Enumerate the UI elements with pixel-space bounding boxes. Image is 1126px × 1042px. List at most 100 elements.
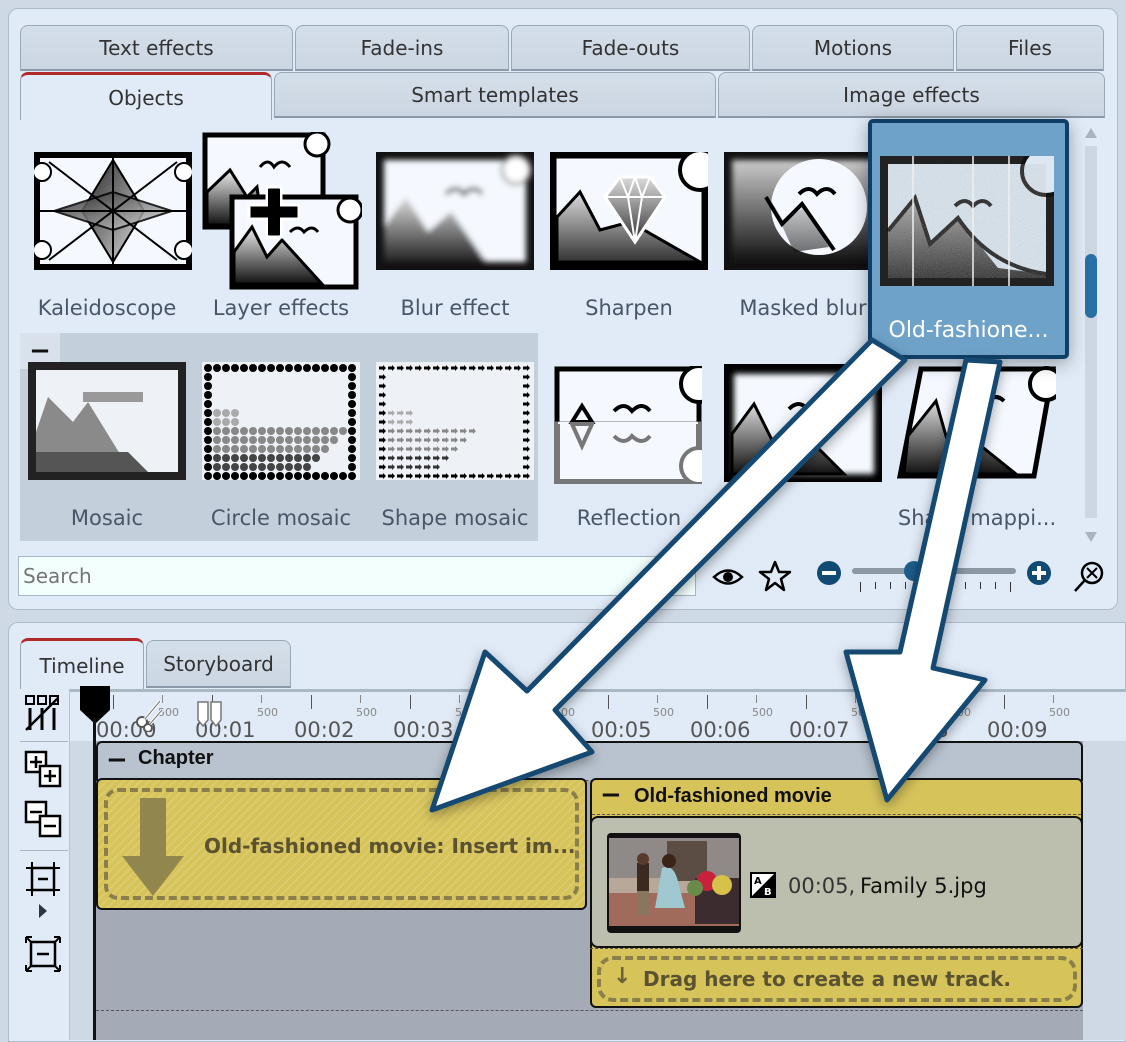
ruler-tick — [806, 695, 807, 709]
chapter-header[interactable]: − Chapter — [96, 741, 1083, 781]
mosaic-dot — [258, 427, 266, 435]
zoom-out-icon[interactable] — [816, 560, 842, 586]
ruler-minor-label: 500 — [752, 706, 773, 719]
mosaic-dot — [339, 427, 347, 435]
image-clip[interactable]: A B 00:05, Family 5.jpg — [590, 816, 1083, 948]
mosaic-dot — [312, 436, 320, 444]
shape-mosaic-icon — [376, 362, 534, 480]
effect-tile-mosaic[interactable]: Mosaic — [22, 340, 192, 540]
mosaic-dot — [204, 463, 212, 471]
zoom-fit-icon[interactable] — [1072, 560, 1106, 594]
mosaic-dot — [294, 454, 302, 462]
search-input[interactable] — [18, 556, 696, 596]
mosaic-dot — [231, 463, 239, 471]
mosaic-icon — [28, 362, 186, 480]
tab-objects[interactable]: Objects — [20, 72, 272, 120]
zoom-slider-ticks — [860, 582, 1011, 592]
mosaic-dot — [276, 454, 284, 462]
timeline-ruler[interactable]: 500 00:00 500 00:01 500 00:02 500 00:03 500 00:04… — [70, 689, 1126, 742]
collapse-all-icon[interactable] — [24, 800, 62, 838]
effect-placeholder[interactable]: Old-fashioned movie: Insert im... — [96, 778, 587, 910]
mosaic-dot — [222, 454, 230, 462]
mosaic-dot — [330, 472, 338, 480]
mosaic-dot — [285, 445, 293, 453]
tile-label: Reflection — [576, 506, 682, 530]
tile-label: Shape mappi... — [897, 506, 1057, 530]
effect-tile-shape-mapping[interactable]: Shape mappi... — [892, 340, 1062, 540]
mosaic-dot — [258, 436, 266, 444]
clip-filename: Family 5.jpg — [860, 874, 987, 898]
expand-toolbar-arrow-icon[interactable] — [39, 904, 47, 918]
mosaic-dot — [294, 364, 302, 372]
toolbar-divider — [20, 850, 68, 851]
effect-tile-old-fashioned-movie[interactable]: Old-fashione... — [868, 119, 1069, 359]
effect-tile-sharpen[interactable]: Sharpen — [544, 130, 714, 330]
effect-tile-circle-mosaic[interactable]: Circle mosaic — [196, 340, 366, 540]
mosaic-dot — [222, 364, 230, 372]
scroll-thumb[interactable] — [1085, 254, 1097, 318]
scissors-icon[interactable] — [134, 698, 164, 732]
mosaic-dot — [258, 445, 266, 453]
effect-tile-shape-mosaic[interactable]: Shape mosaic — [370, 340, 540, 540]
slider-tick — [995, 582, 996, 589]
mosaic-dot — [267, 364, 275, 372]
mosaic-dot — [294, 463, 302, 471]
effect-tile-layer-effects[interactable]: Layer effects — [196, 130, 366, 330]
chapter-collapse-toggle[interactable]: − — [106, 745, 128, 775]
mosaic-dot — [348, 409, 356, 417]
mosaic-dot — [222, 418, 230, 426]
ruler-tick — [608, 695, 609, 709]
transition-ab-icon[interactable]: A B — [750, 872, 776, 898]
tile-label: Shape mosaic — [381, 506, 529, 530]
star-icon[interactable] — [758, 560, 792, 592]
mosaic-dot — [204, 436, 212, 444]
effect-tile-blur-effect[interactable]: Blur effect — [370, 130, 540, 330]
tab-label: Files — [1008, 35, 1052, 60]
mosaic-dot — [249, 364, 257, 372]
tab-fade-outs[interactable]: Fade-outs — [511, 25, 750, 71]
zoom-in-icon[interactable] — [1026, 560, 1052, 586]
effect-tile-shadow-effect[interactable] — [718, 340, 888, 540]
playhead-line — [93, 718, 96, 1040]
mosaic-dot — [348, 436, 356, 444]
tab-smart-templates[interactable]: Smart templates — [274, 72, 716, 118]
tab-timeline[interactable]: Timeline — [20, 638, 144, 690]
effect-tile-kaleidoscope[interactable]: Kaleidoscope — [22, 130, 192, 330]
tab-motions[interactable]: Motions — [752, 25, 954, 71]
mosaic-dot — [204, 382, 212, 390]
tab-storyboard[interactable]: Storyboard — [146, 640, 291, 688]
mosaic-dot — [240, 364, 248, 372]
split-tracks-icon[interactable] — [24, 694, 62, 732]
mosaic-dot — [231, 436, 239, 444]
tab-text-effects[interactable]: Text effects — [20, 25, 293, 71]
tab-image-effects[interactable]: Image effects — [718, 72, 1105, 118]
mosaic-dot — [348, 472, 356, 480]
eye-icon[interactable] — [712, 562, 744, 592]
effect-tile-reflection[interactable]: Reflection — [544, 340, 714, 540]
scroll-down-arrow-icon[interactable] — [1085, 532, 1097, 542]
fit-height-icon[interactable] — [24, 935, 62, 973]
ruler-minor-label: 500 — [356, 706, 377, 719]
mosaic-dot — [213, 463, 221, 471]
scroll-up-arrow-icon[interactable] — [1085, 128, 1097, 138]
tab-files[interactable]: Files — [956, 25, 1104, 71]
scroll-track[interactable] — [1085, 146, 1097, 518]
ruler-time-label: 00:02 — [294, 718, 355, 742]
mosaic-dot — [276, 463, 284, 471]
compress-height-icon[interactable] — [24, 860, 62, 898]
mosaic-dot — [276, 436, 284, 444]
mosaic-dot — [204, 391, 212, 399]
down-arrow-icon: ↓ — [613, 964, 632, 989]
zoom-slider-track[interactable] — [852, 568, 1016, 574]
marker-icon[interactable] — [196, 700, 224, 728]
ruler-time-label: 00:08 — [888, 718, 949, 742]
effects-scrollbar[interactable] — [1083, 128, 1099, 548]
expand-all-icon[interactable] — [24, 750, 62, 788]
mosaic-dot — [204, 427, 212, 435]
effect-collapse-toggle[interactable]: − — [600, 780, 622, 810]
mosaic-dot — [222, 472, 230, 480]
effect-tile-masked-blur[interactable]: Masked blur — [718, 130, 888, 330]
mosaic-dot — [231, 364, 239, 372]
new-track-drop-zone[interactable]: ↓ Drag here to create a new track. — [597, 956, 1077, 1002]
tab-fade-ins[interactable]: Fade-ins — [295, 25, 509, 71]
